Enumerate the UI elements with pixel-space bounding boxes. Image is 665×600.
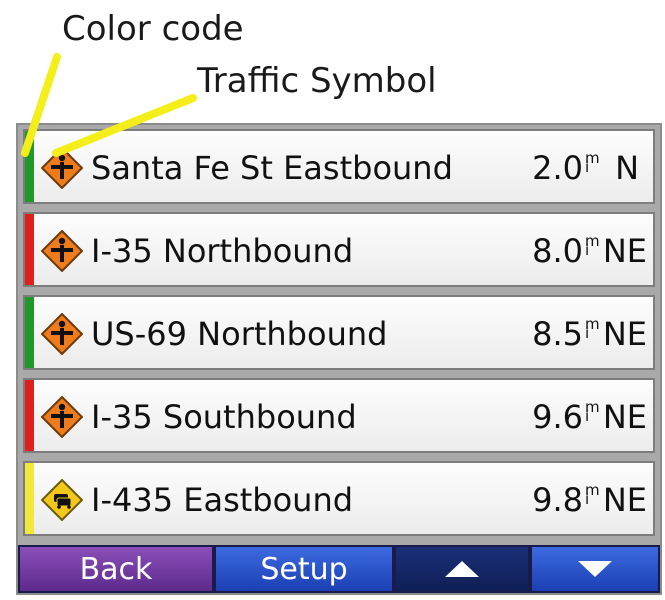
incident-distance: 9.8: [532, 481, 583, 519]
unit-bottom: i: [585, 324, 590, 342]
incident-direction: N: [615, 149, 639, 187]
construction-icon: [41, 396, 83, 438]
bottom-toolbar: Back Setup: [18, 545, 660, 593]
unit-bottom: i: [585, 490, 590, 508]
setup-button[interactable]: Setup: [214, 545, 394, 593]
distance-unit: m i: [583, 146, 607, 186]
incident-distance: 2.0: [532, 149, 583, 187]
incident-row[interactable]: I-435 Eastbound 9.8 m i NE: [23, 461, 655, 536]
construction-icon: [41, 230, 83, 272]
incident-direction: NE: [602, 481, 647, 519]
unit-bottom: i: [585, 241, 590, 259]
scroll-up-button[interactable]: [394, 545, 530, 593]
incident-row[interactable]: Santa Fe St Eastbound 2.0 m i N: [23, 129, 655, 204]
incident-road-name: I-35 Northbound: [91, 232, 354, 270]
incident-direction: NE: [602, 398, 647, 436]
construction-icon: [41, 313, 83, 355]
severity-color-stripe: [25, 297, 34, 368]
incident-row[interactable]: I-35 Southbound 9.6 m i NE: [23, 378, 655, 453]
arrow-up-icon: [445, 561, 479, 577]
incident-road-name: I-435 Eastbound: [91, 481, 354, 519]
construction-icon: [41, 147, 83, 189]
incident-distance: 8.0: [532, 232, 583, 270]
severity-color-stripe: [25, 214, 34, 285]
incident-road-name: US-69 Northbound: [91, 315, 388, 353]
arrow-down-icon: [578, 561, 612, 577]
unit-bottom: i: [585, 407, 590, 425]
incident-direction: NE: [602, 315, 647, 353]
severity-color-stripe: [25, 463, 34, 534]
incident-distance: 8.5: [532, 315, 583, 353]
scroll-down-button[interactable]: [530, 545, 660, 593]
back-button[interactable]: Back: [18, 545, 214, 593]
incident-road-name: I-35 Southbound: [91, 398, 357, 436]
incident-road-name: Santa Fe St Eastbound: [91, 149, 453, 187]
severity-color-stripe: [25, 380, 34, 451]
incident-direction: NE: [602, 232, 647, 270]
congestion-icon: [41, 479, 83, 521]
incident-row[interactable]: I-35 Northbound 8.0 m i NE: [23, 212, 655, 287]
traffic-symbol-annotation: Traffic Symbol: [197, 61, 437, 101]
severity-color-stripe: [25, 131, 34, 202]
traffic-list-screen: Santa Fe St Eastbound 2.0 m i N I-35 Nor…: [16, 123, 662, 595]
incident-row[interactable]: US-69 Northbound 8.5 m i NE: [23, 295, 655, 370]
unit-bottom: i: [585, 158, 590, 176]
incident-distance: 9.6: [532, 398, 583, 436]
color-code-annotation: Color code: [62, 9, 244, 49]
